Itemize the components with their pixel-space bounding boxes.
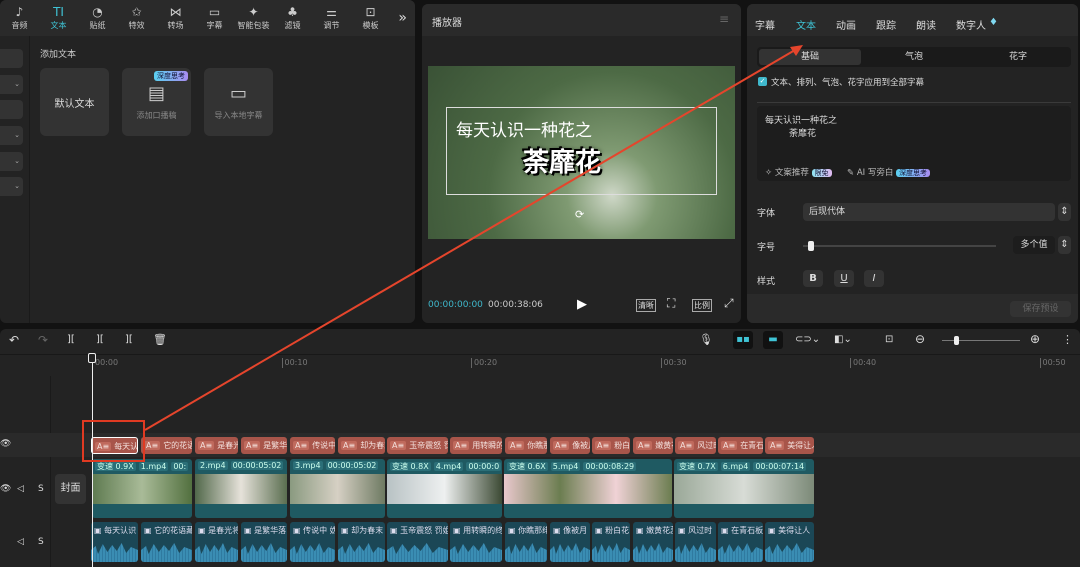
arrow-head: [790, 45, 803, 56]
arrow-line: [144, 49, 796, 431]
annotation-arrow: [144, 45, 803, 431]
